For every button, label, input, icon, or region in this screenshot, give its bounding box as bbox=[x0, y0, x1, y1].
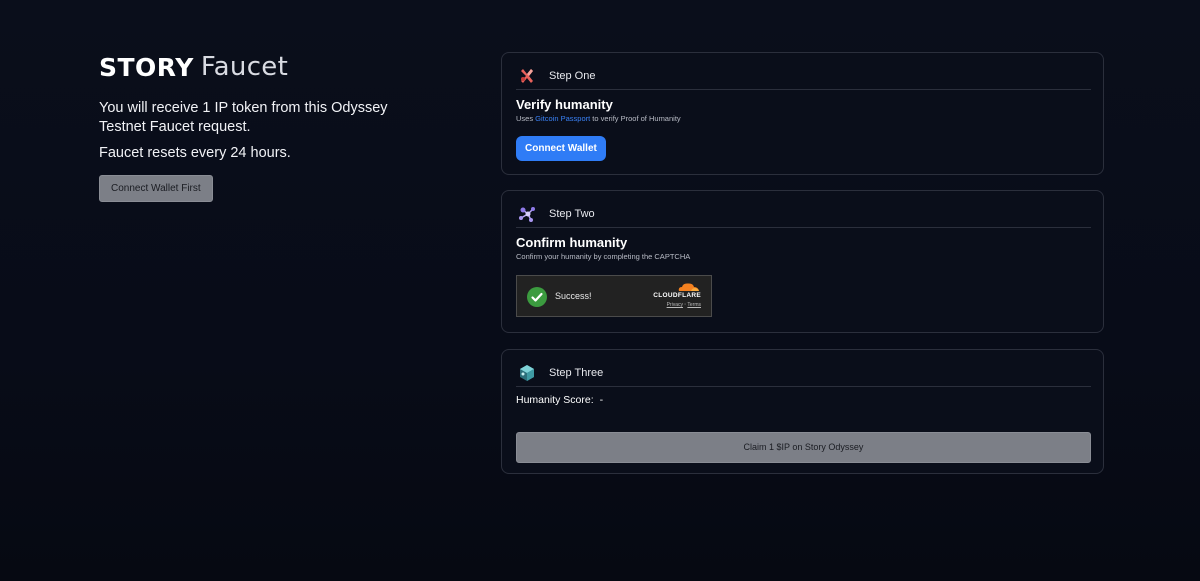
step-two-header: Step Two bbox=[516, 201, 1091, 228]
faucet-page: STORY Faucet You will receive 1 IP token… bbox=[0, 0, 1200, 581]
intro-panel: STORY Faucet You will receive 1 IP token… bbox=[99, 52, 419, 202]
intro-text: You will receive 1 IP token from this Od… bbox=[99, 100, 388, 135]
subtitle-suffix: to verify Proof of Humanity bbox=[590, 114, 681, 123]
gitcoin-passport-link[interactable]: Gitcoin Passport bbox=[535, 114, 590, 123]
step-two-label: Step Two bbox=[549, 208, 595, 220]
step-one-label: Step One bbox=[549, 70, 596, 82]
step-three-label: Step Three bbox=[549, 367, 604, 379]
verify-humanity-subtitle: Uses Gitcoin Passport to verify Proof of… bbox=[516, 114, 681, 123]
link-separator: · bbox=[684, 302, 687, 308]
step-one-header: Step One bbox=[516, 63, 1091, 90]
humanity-score: Humanity Score: - bbox=[516, 394, 603, 406]
verify-humanity-title: Verify humanity bbox=[516, 97, 613, 112]
connect-wallet-button[interactable]: Connect Wallet bbox=[516, 136, 606, 161]
step-three-card: Step Three Humanity Score: - Claim 1 $IP … bbox=[501, 349, 1104, 474]
subtitle-prefix: Uses bbox=[516, 114, 536, 123]
step-one-card: Step One Verify humanity Uses Gitcoin Pa… bbox=[501, 52, 1104, 175]
turnstile-widget[interactable]: Success! CLOUDFLARE Privacy · Terms bbox=[516, 275, 712, 317]
privacy-link[interactable]: Privacy bbox=[667, 302, 683, 308]
molecule-icon bbox=[519, 207, 535, 222]
brand-logo: STORY Faucet bbox=[99, 52, 419, 82]
cloudflare-wordmark: CLOUDFLARE bbox=[653, 292, 701, 299]
terms-link[interactable]: Terms bbox=[687, 302, 701, 308]
confirm-humanity-subtitle: Confirm your humanity by completing the … bbox=[516, 252, 691, 261]
puzzle-x-icon bbox=[521, 69, 533, 83]
captcha-status: Success! bbox=[555, 291, 592, 301]
claim-button[interactable]: Claim 1 $IP on Story Odyssey bbox=[516, 432, 1091, 463]
step-two-card: Step Two Confirm humanity Confirm your h… bbox=[501, 190, 1104, 333]
reset-text: Faucet resets every 24 hours. bbox=[99, 145, 291, 161]
brand-product: Faucet bbox=[200, 52, 289, 82]
humanity-score-value: - bbox=[599, 394, 604, 406]
cloudflare-cloud-icon bbox=[678, 283, 699, 291]
connect-wallet-first-button[interactable]: Connect Wallet First bbox=[99, 175, 213, 202]
cloudflare-logo: CLOUDFLARE Privacy · Terms bbox=[653, 282, 701, 308]
brand-name: STORY bbox=[99, 52, 194, 82]
step-three-header: Step Three bbox=[516, 360, 1091, 387]
crystal-icon bbox=[520, 365, 534, 381]
humanity-score-label: Humanity Score: bbox=[516, 394, 594, 406]
confirm-humanity-title: Confirm humanity bbox=[516, 235, 628, 250]
cloudflare-links: Privacy · Terms bbox=[653, 302, 701, 308]
success-check-icon bbox=[527, 287, 547, 307]
